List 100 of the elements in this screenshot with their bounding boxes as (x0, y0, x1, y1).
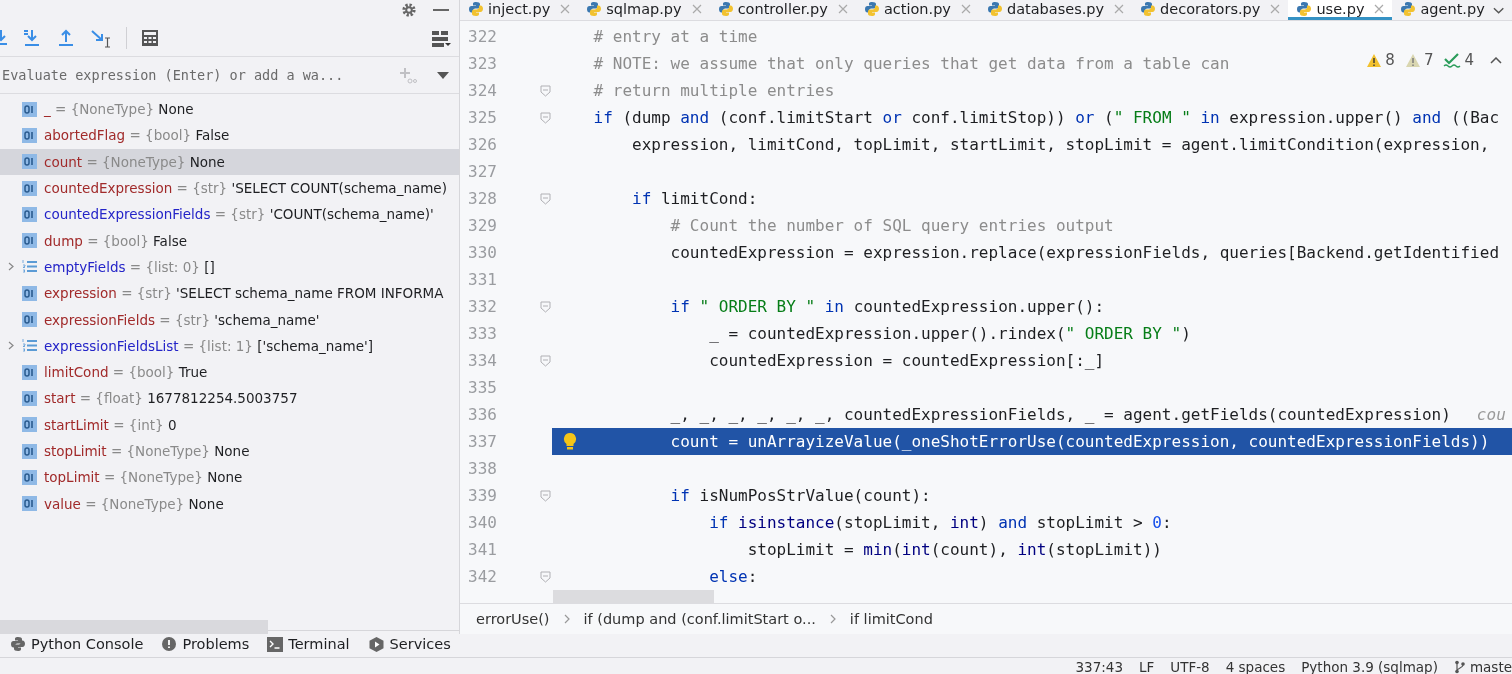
variable-row[interactable]: limitCond = {bool} True (0, 358, 459, 386)
file-tab[interactable]: action.py (855, 0, 979, 20)
python-icon (10, 636, 26, 652)
code-line: stopLimit = min(int(count), int(stopLimit)) (747, 540, 1162, 559)
tool-window-button[interactable]: Services (367, 635, 451, 653)
scrollbar[interactable] (0, 620, 268, 634)
inspection-count[interactable]: 8 (1385, 51, 1395, 69)
variable-row[interactable]: value = {NoneType} None (0, 490, 459, 517)
warning-icon (1404, 52, 1421, 68)
line-separator[interactable]: LF (1139, 659, 1155, 674)
variable-row[interactable]: topLimit = {NoneType} None (0, 464, 459, 491)
variable-text: abortedFlag = {bool} False (44, 127, 230, 144)
tool-window-button[interactable]: Terminal (267, 636, 350, 652)
close-icon[interactable] (960, 3, 971, 14)
fold-icon[interactable] (539, 84, 551, 97)
python-icon (986, 0, 1003, 17)
close-icon[interactable] (1270, 3, 1281, 14)
variable-text: countedExpressionFields = {str} 'COUNT(schema_name)' (44, 206, 434, 223)
code-line: # Count the number of SQL query entries output (670, 216, 1114, 235)
line-number: 324 (467, 81, 498, 100)
close-icon[interactable] (691, 3, 702, 14)
chevron-down-icon[interactable] (1492, 6, 1504, 14)
breadcrumb[interactable]: if limitCond (849, 611, 933, 627)
code-line: expression, limitCond, topLimit, startLimit, stopLimit = agent.limitCondition(expression, (632, 135, 1490, 154)
variable-text: value = {NoneType} None (44, 495, 224, 512)
file-tab[interactable]: decorators.py (1132, 0, 1289, 20)
line-number: 336 (467, 405, 498, 424)
line-number: 329 (467, 216, 498, 235)
file-tab[interactable]: sqlmap.py (578, 0, 710, 20)
breadcrumb[interactable]: errorUse() (476, 611, 550, 627)
inspection-count[interactable]: 4 (1464, 51, 1474, 69)
caret-position[interactable]: 337:43 (1075, 659, 1123, 674)
variable-row[interactable]: countedExpression = {str} 'SELECT COUNT(schema_name) (0, 174, 459, 202)
line-number: 335 (467, 378, 498, 397)
file-tab[interactable]: controller.py (709, 0, 856, 20)
file-tab[interactable]: use.py (1288, 0, 1393, 20)
variable-row[interactable]: expressionFieldsList = {list: 1} ['schema_name'] (0, 332, 459, 359)
variable-text: countedExpression = {str} 'SELECT COUNT(schema_name) (44, 180, 447, 197)
variable-icon (22, 469, 37, 485)
chevron-right-icon (829, 614, 836, 624)
git-branch[interactable]: maste (1469, 659, 1512, 674)
close-icon[interactable] (837, 3, 848, 14)
step-over-icon[interactable] (0, 28, 8, 48)
branch-icon (1453, 660, 1466, 674)
variable-row[interactable]: startLimit = {int} 0 (0, 411, 459, 438)
add-watch-icon[interactable] (399, 66, 417, 84)
fold-icon[interactable] (539, 192, 551, 205)
variable-row[interactable]: _ = {NoneType} None (0, 96, 459, 123)
fold-icon[interactable] (539, 300, 551, 313)
variable-row[interactable]: abortedFlag = {bool} False (0, 122, 459, 149)
python-icon (1140, 0, 1157, 17)
inspection-count[interactable]: 7 (1423, 51, 1434, 69)
file-tab[interactable]: inject.py (460, 0, 579, 20)
variable-row[interactable]: countedExpressionFields = {str} 'COUNT(schema_name)' (0, 201, 459, 228)
evaluate-field[interactable]: Evaluate expression (Enter) or add a wa... (0, 67, 393, 83)
variable-icon (22, 233, 37, 249)
expand-icon[interactable] (8, 341, 14, 351)
exclamation-icon (161, 636, 178, 652)
fold-icon[interactable] (539, 570, 551, 583)
chevron-up-icon[interactable] (1490, 56, 1502, 64)
close-icon[interactable] (1374, 3, 1385, 14)
lightbulb-icon[interactable] (563, 433, 577, 450)
dropdown-icon[interactable] (437, 71, 449, 79)
variable-icon (22, 443, 37, 459)
fold-icon[interactable] (539, 354, 551, 367)
python-icon (1296, 0, 1313, 17)
file-encoding[interactable]: UTF-8 (1170, 659, 1210, 674)
layout-icon[interactable] (431, 29, 451, 47)
step-out-icon[interactable] (56, 28, 76, 48)
tool-window-button[interactable]: Python Console (10, 636, 144, 652)
code-line: count = unArrayizeValue(_oneShotErrorUse(countedExpression, countedExpressionFields)) (670, 432, 1490, 451)
indent-setting[interactable]: 4 spaces (1225, 659, 1286, 674)
expand-icon[interactable] (8, 262, 14, 272)
variable-icon (22, 496, 37, 512)
settings-icon[interactable] (401, 2, 417, 18)
tool-window-button[interactable]: Problems (161, 636, 250, 652)
close-icon[interactable] (1114, 3, 1125, 14)
code-line: else: (709, 567, 758, 586)
scrollbar[interactable] (553, 590, 714, 603)
step-into-icon[interactable] (22, 28, 42, 48)
line-number: 332 (467, 297, 498, 316)
variable-row[interactable]: expression = {str} 'SELECT schema_name FROM INFORMA (0, 280, 459, 307)
breadcrumb[interactable]: if (dump and (conf.limitStart o... (583, 611, 816, 627)
variable-row[interactable]: expressionFields = {str} 'schema_name' (0, 306, 459, 333)
run-to-cursor-icon[interactable] (90, 28, 112, 48)
fold-icon[interactable] (539, 111, 551, 124)
variable-row[interactable]: start = {float} 1677812254.5003757 (0, 385, 459, 412)
interpreter-selector[interactable]: Python 3.9 (sqlmap) (1301, 659, 1438, 674)
close-icon[interactable] (560, 3, 571, 14)
variable-row[interactable]: count = {NoneType} None (0, 148, 459, 175)
variable-row[interactable]: stopLimit = {NoneType} None (0, 437, 459, 465)
variable-text: startLimit = {int} 0 (44, 416, 177, 433)
file-tab[interactable]: databases.py (978, 0, 1133, 20)
file-tab[interactable]: agent.py (1392, 0, 1493, 20)
check-icon (1443, 52, 1462, 68)
calculator-icon[interactable] (141, 29, 159, 47)
variable-row[interactable]: emptyFields = {list: 0} [] (0, 253, 459, 281)
fold-icon[interactable] (539, 489, 551, 502)
variable-row[interactable]: dump = {bool} False (0, 227, 459, 254)
line-number: 341 (467, 540, 498, 559)
